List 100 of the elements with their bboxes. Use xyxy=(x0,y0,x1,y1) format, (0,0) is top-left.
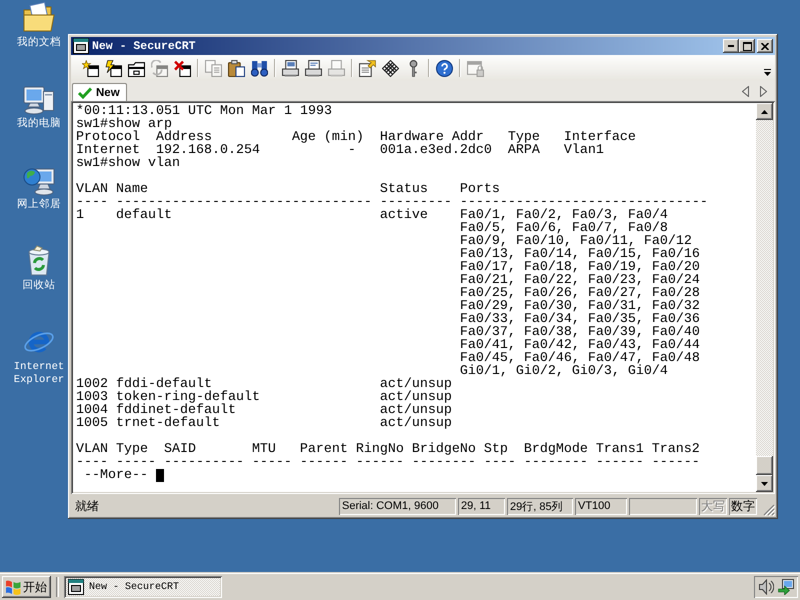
window-cross-icon[interactable] xyxy=(174,60,191,76)
port-list-line: Gi0/1, Gi0/2, Gi0/3, Gi0/4 xyxy=(460,365,668,378)
column-header: Status xyxy=(380,183,428,196)
up-arrow-icon xyxy=(761,110,768,114)
down-arrow-icon xyxy=(761,482,768,486)
app-window-icon xyxy=(68,579,84,595)
more-prompt: --More-- xyxy=(84,469,148,482)
help-icon[interactable] xyxy=(436,60,453,76)
desktop-icon-label[interactable]: 我的电脑 xyxy=(17,118,61,131)
maximize-button[interactable] xyxy=(739,39,755,53)
dash-rule: ---- xyxy=(76,196,108,209)
crosshatch-tools-icon[interactable] xyxy=(382,60,399,76)
start-button[interactable]: 开始 xyxy=(2,576,51,598)
printer-page-icon[interactable] xyxy=(305,60,322,76)
dash-rule: -------- xyxy=(412,456,476,469)
folder-icon[interactable] xyxy=(23,2,55,34)
dash-rule: ------ xyxy=(596,456,644,469)
terminal-screen[interactable] xyxy=(71,101,775,494)
scroll-left-icon[interactable] xyxy=(742,86,749,96)
printer-screen-icon[interactable] xyxy=(282,60,299,76)
port-list-line: Fa0/29, Fa0/30, Fa0/31, Fa0/32 xyxy=(460,300,700,313)
window-star-icon[interactable] xyxy=(82,60,99,76)
window-title: New - SecureCRT xyxy=(92,40,196,52)
table-cell: fddi-default xyxy=(116,378,212,391)
table-cell: 001a.e3ed.2dc0 xyxy=(380,144,492,157)
table-cell: token-ring-default xyxy=(116,391,260,404)
dash-rule: ----- xyxy=(116,456,156,469)
window-bolt-icon[interactable] xyxy=(105,60,122,76)
column-header: Hardware Addr xyxy=(380,131,484,144)
monitor-arrow-icon[interactable] xyxy=(778,579,794,595)
column-header: Name xyxy=(116,183,148,196)
port-list-line: Fa0/13, Fa0/14, Fa0/15, Fa0/16 xyxy=(460,248,700,261)
speaker-icon[interactable] xyxy=(758,579,774,595)
status-pane: VT100 xyxy=(575,498,627,514)
document-arrow-icon[interactable] xyxy=(359,60,376,76)
dash-rule: ---- xyxy=(76,456,108,469)
scrollbar-thumb[interactable] xyxy=(756,456,773,475)
port-list-line: Fa0/41, Fa0/42, Fa0/43, Fa0/44 xyxy=(460,339,700,352)
desktop-icon-label[interactable]: Internet Explorer xyxy=(9,361,69,387)
key-state-indicator: 数字 xyxy=(729,498,757,514)
status-pane: 29, 11 xyxy=(458,498,505,514)
clipboard-icon[interactable] xyxy=(228,60,245,76)
table-cell: 1004 xyxy=(76,404,108,417)
column-header: SAID xyxy=(164,443,196,456)
port-list-line: Fa0/45, Fa0/46, Fa0/47, Fa0/48 xyxy=(460,352,700,365)
dash-rule: ------ xyxy=(652,456,700,469)
table-cell: act/unsup xyxy=(380,404,452,417)
dash-rule: ---- xyxy=(484,456,516,469)
flag-logo-icon xyxy=(5,580,21,594)
column-header: VLAN xyxy=(76,443,108,456)
column-header: Ports xyxy=(460,183,500,196)
column-header: Parent xyxy=(300,443,348,456)
dash-rule: ----- xyxy=(252,456,292,469)
column-header: Type xyxy=(116,443,148,456)
terminal-line: sw1#show arp xyxy=(76,118,172,131)
empty-status-pane xyxy=(629,498,697,514)
close-button[interactable] xyxy=(757,39,773,53)
port-list-line: Fa0/25, Fa0/26, Fa0/27, Fa0/28 xyxy=(460,287,700,300)
tabbed-window-icon[interactable] xyxy=(128,60,145,76)
desktop-icon-label[interactable]: 回收站 xyxy=(22,280,56,293)
minimize-button[interactable] xyxy=(723,39,739,53)
column-header: BrdgMode xyxy=(524,443,588,456)
resize-grip-icon[interactable] xyxy=(763,504,775,516)
port-list-line: Fa0/17, Fa0/18, Fa0/19, Fa0/20 xyxy=(460,261,700,274)
table-cell: - xyxy=(348,144,356,157)
table-cell: fddinet-default xyxy=(116,404,236,417)
table-cell: Vlan1 xyxy=(564,144,604,157)
dash-rule: ------ xyxy=(356,456,404,469)
column-header: Trans1 xyxy=(596,443,644,456)
table-cell: 1005 xyxy=(76,417,108,430)
terminal-line: sw1#show vlan xyxy=(76,157,180,170)
desktop-icon-label[interactable]: 网上邻居 xyxy=(17,199,61,212)
taskbar-window-button[interactable]: New - SecureCRT xyxy=(64,576,222,598)
session-tab[interactable]: New xyxy=(72,83,127,101)
table-cell: act/unsup xyxy=(380,391,452,404)
table-cell: ARPA xyxy=(508,144,540,157)
scroll-right-icon[interactable] xyxy=(760,86,767,96)
scroll-down-button[interactable] xyxy=(756,475,773,492)
column-header: Type xyxy=(508,131,540,144)
table-cell: trnet-default xyxy=(116,417,220,430)
status-message: 就绪 xyxy=(75,498,99,514)
port-list-line: Fa0/5, Fa0/6, Fa0/7, Fa0/8 xyxy=(460,222,668,235)
port-list-line: Fa0/21, Fa0/22, Fa0/23, Fa0/24 xyxy=(460,274,700,287)
block-cursor-icon xyxy=(156,469,164,482)
desktop-icon-label[interactable]: 我的文档 xyxy=(17,37,61,50)
table-cell: 192.168.0.254 xyxy=(156,144,260,157)
toolbar-chevron-icon[interactable] xyxy=(764,68,771,76)
column-header: BridgeNo xyxy=(412,443,476,456)
maximize-icon xyxy=(742,42,752,50)
minimize-icon xyxy=(728,45,734,47)
port-list-line: Fa0/33, Fa0/34, Fa0/35, Fa0/36 xyxy=(460,313,700,326)
table-cell: Internet xyxy=(76,144,140,157)
column-header: VLAN xyxy=(76,183,108,196)
scroll-up-button[interactable] xyxy=(756,103,773,120)
status-pane: Serial: COM1, 9600 xyxy=(339,498,456,514)
table-cell: active xyxy=(380,209,428,222)
binoculars-icon[interactable] xyxy=(251,60,268,76)
table-cell: 1 xyxy=(76,209,84,222)
column-header: Stp xyxy=(484,443,508,456)
dash-rule: ---------- xyxy=(164,456,244,469)
